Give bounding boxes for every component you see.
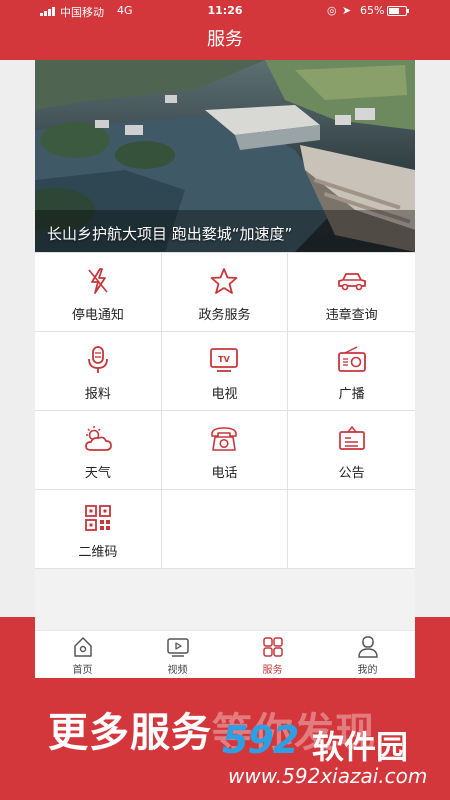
status-bar: 中国移动 4G 11:26 ◎ ➤ 65% (35, 0, 415, 22)
qr-code-icon (84, 505, 111, 531)
phone-screen: 中国移动 4G 11:26 ◎ ➤ 65% 服务 长山乡护航大项目 跑出婺城“加… (35, 0, 415, 678)
grid-icon (262, 637, 283, 657)
tv-icon: TV (210, 348, 239, 372)
services-row: 天气 电话 公告 (35, 410, 415, 489)
service-tip-off[interactable]: 报料 (35, 332, 162, 410)
battery-fill (389, 8, 399, 14)
svg-text:TV: TV (219, 355, 231, 364)
service-label: 政务服务 (198, 308, 251, 323)
service-label: 违章查询 (325, 308, 378, 323)
rotation-lock-icon: ◎ (327, 4, 337, 17)
watermark-url: www.592xiazai.com (228, 764, 428, 788)
page-title: 服务 (35, 22, 415, 60)
empty-cell (288, 490, 415, 568)
service-label: 二维码 (78, 545, 118, 560)
services-row: 报料 TV 电视 广播 (35, 331, 415, 410)
tab-label: 我的 (357, 665, 378, 676)
promo-slogan-main: 更多服务 (48, 710, 212, 756)
service-label: 停电通知 (71, 308, 124, 323)
tab-video[interactable]: 视频 (130, 631, 225, 678)
radio-icon (337, 346, 366, 372)
tab-label: 视频 (167, 665, 188, 676)
telephone-icon (211, 427, 238, 451)
location-icon: ➤ (342, 4, 352, 17)
service-power-outage[interactable]: 停电通知 (35, 253, 162, 331)
star-icon (211, 268, 238, 294)
battery-percent: 65% (360, 4, 385, 17)
service-weather[interactable]: 天气 (35, 411, 162, 489)
power-outage-icon (88, 268, 108, 294)
watermark-brand: 592 (222, 718, 299, 762)
home-icon (73, 637, 92, 657)
tab-services[interactable]: 服务 (225, 631, 320, 678)
tab-label: 首页 (72, 665, 93, 676)
service-notice[interactable]: 公告 (288, 411, 415, 489)
services-row: 二维码 (35, 489, 415, 569)
user-icon (357, 636, 378, 658)
battery-icon (387, 6, 409, 16)
banner-carousel[interactable]: 长山乡护航大项目 跑出婺城“加速度” (35, 60, 415, 252)
services-row: 停电通知 政务服务 违章查询 (35, 252, 415, 331)
service-label: 电视 (211, 387, 238, 402)
service-label: 天气 (84, 466, 111, 481)
service-label: 报料 (84, 387, 111, 402)
bottom-tab-bar: 首页 视频 服务 我的 (35, 630, 415, 678)
empty-cell (162, 490, 289, 568)
service-label: 电话 (211, 466, 238, 481)
video-icon (166, 638, 189, 657)
banner-caption: 长山乡护航大项目 跑出婺城“加速度” (47, 225, 293, 243)
tab-label: 服务 (262, 665, 283, 676)
service-government[interactable]: 政务服务 (162, 253, 289, 331)
watermark-name: 软件园 (312, 728, 409, 766)
tab-me[interactable]: 我的 (320, 631, 415, 678)
service-phone[interactable]: 电话 (162, 411, 289, 489)
service-qr-code[interactable]: 二维码 (35, 490, 162, 568)
clock: 11:26 (207, 4, 243, 17)
tab-home[interactable]: 首页 (35, 631, 130, 678)
service-radio[interactable]: 广播 (288, 332, 415, 410)
watermark-logo: 592 软件园 www.592xiazai.com (222, 718, 444, 796)
notice-board-icon (338, 425, 365, 450)
microphone-icon (87, 346, 108, 373)
service-tv[interactable]: TV 电视 (162, 332, 289, 410)
service-label: 公告 (338, 466, 365, 481)
service-label: 广播 (338, 387, 365, 402)
services-grid: 停电通知 政务服务 违章查询 报料 TV 电视 广播 天气 电话 公告 二维码 (35, 252, 415, 569)
service-violation[interactable]: 违章查询 (288, 253, 415, 331)
car-icon (337, 273, 366, 291)
weather-icon (84, 426, 112, 451)
